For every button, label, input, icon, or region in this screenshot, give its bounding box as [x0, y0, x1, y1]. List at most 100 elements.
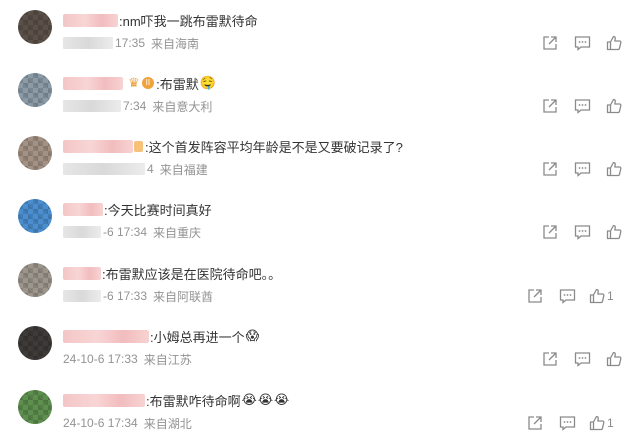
share-button[interactable] [525, 414, 545, 432]
comment-meta: 17:35 来自海南 [63, 35, 199, 51]
crown-icon: ♛ [128, 75, 140, 90]
comment-location: 来自意大利 [152, 99, 213, 114]
comment-actions [540, 97, 624, 115]
user-badge-icon [134, 140, 143, 152]
comment-time: -6 17:34 [103, 225, 148, 239]
share-button[interactable] [525, 287, 545, 305]
comment-meta: -6 17:34 来自重庆 [63, 224, 201, 240]
comment-text: :这个首发阵容平均年龄是不是又要破记录了? [145, 139, 403, 155]
avatar[interactable] [18, 390, 52, 424]
comment-line: :布雷默咋待命啊 😭 😭 😭 [63, 391, 289, 409]
comment-icon [574, 99, 590, 114]
comment-line: :布雷默应该是在医院待命吧。。 [63, 264, 281, 282]
emoji-icon: 😭 [274, 392, 290, 407]
reply-button[interactable] [557, 287, 577, 305]
share-button[interactable] [540, 97, 560, 115]
username-blurred[interactable] [63, 139, 133, 153]
emoji-icon: 😭 [257, 392, 274, 407]
emoji-icon: 🤤 [199, 75, 216, 90]
comment-item: :这个首发阵容平均年龄是不是又要破记录了? 4 来自福建 [0, 126, 633, 188]
comment-icon [574, 225, 590, 240]
share-button[interactable] [540, 34, 560, 52]
comment-actions [540, 34, 624, 52]
share-icon [543, 225, 557, 239]
reply-button[interactable] [572, 350, 592, 368]
comment-icon [559, 289, 575, 304]
reply-button[interactable] [572, 97, 592, 115]
thumbs-up-icon [606, 224, 622, 240]
comment-text: :nm吓我一跳布雷默待命 [119, 13, 258, 29]
reply-button[interactable] [557, 414, 577, 432]
emoji-icon: 😱 [245, 328, 260, 343]
comment-icon [574, 162, 590, 177]
date-blurred [63, 290, 101, 302]
comment-meta: -6 17:33 来自阿联酋 [63, 288, 213, 304]
like-button[interactable] [604, 160, 624, 178]
share-icon [543, 162, 557, 176]
comment-location: 来自阿联酋 [153, 289, 214, 304]
username-blurred[interactable] [63, 76, 123, 90]
comment-time: -6 17:33 [103, 289, 148, 303]
comment-actions [540, 160, 624, 178]
avatar[interactable] [18, 73, 52, 107]
avatar[interactable] [18, 136, 52, 170]
comment-text: :布雷默咋待命啊 [146, 393, 241, 409]
comment-list: :nm吓我一跳布雷默待命 17:35 来自海南 ♛ II :布雷默 🤤 7:34… [0, 0, 633, 448]
comment-line: :今天比赛时间真好 [63, 200, 212, 218]
username-blurred[interactable] [63, 13, 118, 27]
comment-meta: 24-10-6 17:34 来自湖北 [63, 415, 192, 431]
avatar[interactable] [18, 263, 52, 297]
share-icon [543, 99, 557, 113]
comment-line: :小姆总再进一个 😱 [63, 327, 259, 345]
reply-button[interactable] [572, 160, 592, 178]
reply-button[interactable] [572, 223, 592, 241]
comment-meta: 7:34 来自意大利 [63, 98, 212, 114]
like-button[interactable] [604, 34, 624, 52]
date-blurred [63, 37, 113, 49]
share-icon [543, 352, 557, 366]
username-blurred[interactable] [63, 266, 101, 280]
thumbs-up-icon [589, 288, 605, 304]
avatar[interactable] [18, 199, 52, 233]
comment-item: :今天比赛时间真好 -6 17:34 来自重庆 [0, 189, 633, 251]
share-button[interactable] [540, 223, 560, 241]
comment-actions: 1 [525, 414, 614, 432]
like-button[interactable]: 1 [589, 287, 614, 305]
comment-time: 4 [147, 162, 154, 176]
like-button[interactable] [604, 97, 624, 115]
username-blurred[interactable] [63, 393, 145, 407]
like-button[interactable] [604, 350, 624, 368]
comment-time: 24-10-6 17:33 [63, 352, 138, 366]
like-button[interactable] [604, 223, 624, 241]
emoji-icon: 😭 [241, 392, 257, 407]
like-count: 1 [607, 416, 614, 430]
comment-item: :布雷默咋待命啊 😭 😭 😭 24-10-6 17:34 来自湖北 1 [0, 380, 633, 442]
thumbs-up-icon [606, 35, 622, 51]
comment-text: :今天比赛时间真好 [104, 202, 212, 218]
comment-text: :小姆总再进一个 [150, 329, 245, 345]
thumbs-up-icon [606, 351, 622, 367]
avatar[interactable] [18, 10, 52, 44]
date-blurred [63, 226, 101, 238]
comment-line: :nm吓我一跳布雷默待命 [63, 11, 258, 29]
username-blurred[interactable] [63, 202, 103, 216]
date-blurred [63, 100, 121, 112]
comment-actions [540, 223, 624, 241]
comment-item: ♛ II :布雷默 🤤 7:34 来自意大利 [0, 63, 633, 125]
share-button[interactable] [540, 350, 560, 368]
comment-icon [574, 36, 590, 51]
thumbs-up-icon [589, 415, 605, 431]
comment-line: ♛ II :布雷默 🤤 [63, 74, 216, 92]
reply-button[interactable] [572, 34, 592, 52]
like-button[interactable]: 1 [589, 414, 614, 432]
comment-actions: 1 [525, 287, 614, 305]
thumbs-up-icon [606, 98, 622, 114]
share-icon [543, 36, 557, 50]
username-blurred[interactable] [63, 329, 149, 343]
comment-time: 7:34 [123, 99, 147, 113]
share-button[interactable] [540, 160, 560, 178]
comment-actions [540, 350, 624, 368]
avatar[interactable] [18, 326, 52, 360]
comment-line: :这个首发阵容平均年龄是不是又要破记录了? [63, 137, 403, 155]
vip-badge: II [141, 77, 155, 89]
